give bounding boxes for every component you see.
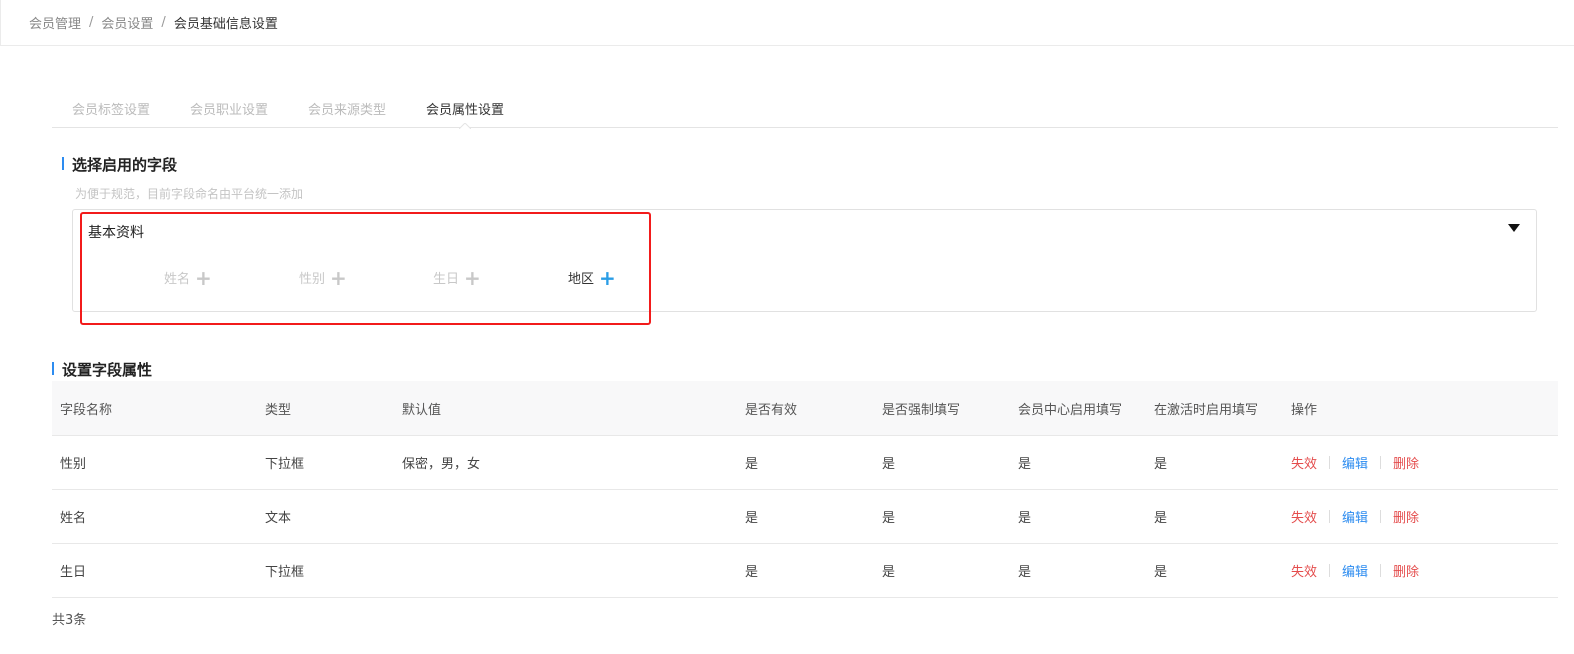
cell-center-fill: 是 bbox=[1018, 565, 1032, 580]
field-attributes-title: 设置字段属性 bbox=[52, 359, 152, 380]
cell-actions: 失效 编辑 删除 bbox=[1291, 490, 1419, 543]
field-group-name: 基本资料 bbox=[88, 225, 144, 241]
cell-type: 下拉框 bbox=[265, 565, 305, 580]
cell-center-fill: 是 bbox=[1018, 511, 1032, 526]
plus-icon: + bbox=[599, 265, 616, 290]
field-chip-label: 性别 bbox=[299, 272, 326, 287]
column-header-actions: 操作 bbox=[1291, 402, 1318, 418]
tab-member-occupation[interactable]: 会员职业设置 bbox=[170, 96, 288, 128]
cell-field-name: 性别 bbox=[60, 457, 87, 472]
cell-valid: 是 bbox=[745, 457, 759, 472]
edit-link[interactable]: 编辑 bbox=[1342, 453, 1368, 472]
breadcrumb-item-current: 会员基础信息设置 bbox=[173, 17, 278, 32]
breadcrumb: 会员管理 / 会员设置 / 会员基础信息设置 bbox=[0, 0, 1574, 46]
cell-field-name: 姓名 bbox=[60, 511, 87, 526]
breadcrumb-separator: / bbox=[89, 15, 94, 30]
breadcrumb-item-member-settings[interactable]: 会员设置 bbox=[101, 13, 153, 32]
cell-required: 是 bbox=[882, 565, 896, 580]
cell-valid: 是 bbox=[745, 511, 759, 526]
tab-member-source[interactable]: 会员来源类型 bbox=[288, 96, 406, 128]
cell-type: 下拉框 bbox=[265, 457, 305, 472]
plus-icon: + bbox=[464, 265, 481, 290]
column-header-valid: 是否有效 bbox=[745, 402, 798, 418]
cell-actions: 失效 编辑 删除 bbox=[1291, 544, 1419, 597]
breadcrumb-separator: / bbox=[161, 15, 166, 30]
tab-member-attributes[interactable]: 会员属性设置 bbox=[406, 96, 524, 129]
field-chip-gender[interactable]: 性别 + bbox=[299, 265, 347, 290]
disable-link[interactable]: 失效 bbox=[1291, 453, 1317, 472]
column-header-required: 是否强制填写 bbox=[882, 402, 961, 418]
field-chip-label: 地区 bbox=[568, 272, 595, 287]
table-row: 性别 下拉框 保密，男，女 是 是 是 是 失效 编辑 删除 bbox=[52, 436, 1558, 490]
action-divider bbox=[1329, 456, 1331, 469]
action-divider bbox=[1380, 456, 1382, 469]
field-chip-birthday[interactable]: 生日 + bbox=[433, 265, 481, 290]
cell-required: 是 bbox=[882, 457, 896, 472]
cell-center-fill: 是 bbox=[1018, 457, 1032, 472]
column-header-type: 类型 bbox=[265, 402, 292, 418]
breadcrumb-item-member-management[interactable]: 会员管理 bbox=[29, 13, 81, 32]
field-chip-region[interactable]: 地区 + bbox=[568, 265, 616, 290]
cell-valid: 是 bbox=[745, 565, 759, 580]
column-header-field-name: 字段名称 bbox=[60, 402, 113, 418]
tab-member-tags[interactable]: 会员标签设置 bbox=[52, 96, 170, 128]
plus-icon: + bbox=[330, 265, 347, 290]
basic-info-field-panel: 基本资料 姓名 + 性别 + 生日 + 地区 + bbox=[72, 209, 1537, 312]
cell-activate-fill: 是 bbox=[1154, 457, 1168, 472]
action-divider bbox=[1329, 564, 1331, 577]
collapse-arrow-icon[interactable] bbox=[1508, 224, 1520, 232]
settings-tabs: 会员标签设置 会员职业设置 会员来源类型 会员属性设置 bbox=[52, 96, 1558, 129]
column-header-default: 默认值 bbox=[402, 402, 442, 418]
edit-link[interactable]: 编辑 bbox=[1342, 507, 1368, 526]
table-header: 字段名称 类型 默认值 是否有效 是否强制填写 会员中心启用填写 在激活时启用填… bbox=[52, 381, 1558, 436]
cell-type: 文本 bbox=[265, 511, 292, 526]
table-row: 生日 下拉框 是 是 是 是 失效 编辑 删除 bbox=[52, 544, 1558, 598]
select-fields-hint: 为便于规范，目前字段命名由平台统一添加 bbox=[75, 187, 304, 201]
cell-field-name: 生日 bbox=[60, 565, 87, 580]
edit-link[interactable]: 编辑 bbox=[1342, 561, 1368, 580]
delete-link[interactable]: 删除 bbox=[1393, 561, 1419, 580]
column-header-activate-fill: 在激活时启用填写 bbox=[1154, 402, 1259, 418]
disable-link[interactable]: 失效 bbox=[1291, 561, 1317, 580]
column-header-center-fill: 会员中心启用填写 bbox=[1018, 402, 1123, 418]
cell-default: 保密，男，女 bbox=[402, 457, 481, 472]
action-divider bbox=[1380, 510, 1382, 523]
action-divider bbox=[1380, 564, 1382, 577]
field-chip-name[interactable]: 姓名 + bbox=[164, 265, 212, 290]
table-row: 姓名 文本 是 是 是 是 失效 编辑 删除 bbox=[52, 490, 1558, 544]
cell-activate-fill: 是 bbox=[1154, 511, 1168, 526]
cell-activate-fill: 是 bbox=[1154, 565, 1168, 580]
field-attributes-table: 字段名称 类型 默认值 是否有效 是否强制填写 会员中心启用填写 在激活时启用填… bbox=[52, 381, 1558, 598]
delete-link[interactable]: 删除 bbox=[1393, 507, 1419, 526]
plus-icon: + bbox=[195, 265, 212, 290]
table-total-count: 共3条 bbox=[52, 613, 87, 628]
field-chip-label: 姓名 bbox=[164, 272, 191, 287]
cell-actions: 失效 编辑 删除 bbox=[1291, 436, 1419, 489]
field-chip-label: 生日 bbox=[433, 272, 460, 287]
action-divider bbox=[1329, 510, 1331, 523]
tab-member-attributes-label: 会员属性设置 bbox=[426, 103, 505, 118]
disable-link[interactable]: 失效 bbox=[1291, 507, 1317, 526]
cell-required: 是 bbox=[882, 511, 896, 526]
delete-link[interactable]: 删除 bbox=[1393, 453, 1419, 472]
select-fields-title: 选择启用的字段 bbox=[62, 154, 177, 175]
active-tab-caret-icon bbox=[459, 123, 472, 129]
